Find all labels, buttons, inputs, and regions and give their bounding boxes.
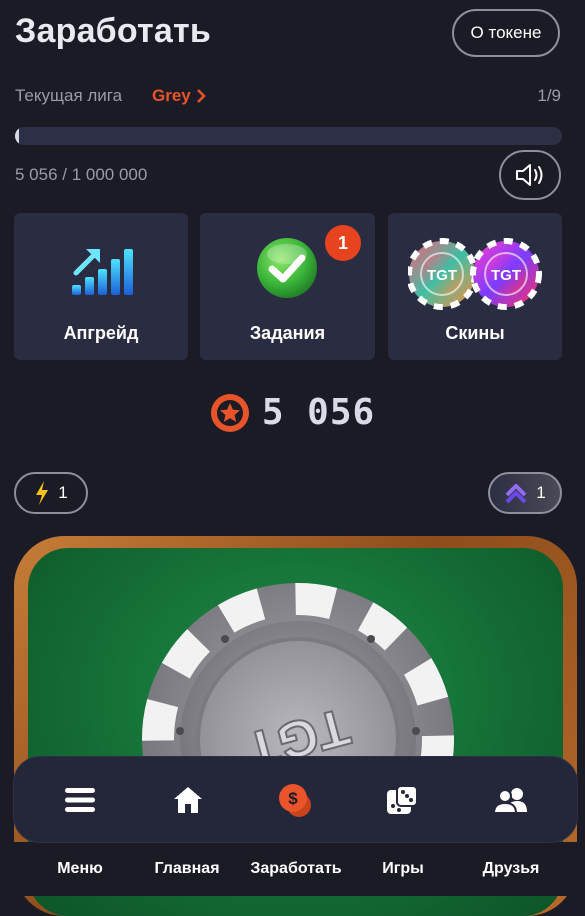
- menu-icon: [65, 787, 95, 812]
- balance: 5 056: [0, 392, 585, 433]
- nav-friends[interactable]: [476, 757, 546, 842]
- score-progress-text: 5 056 / 1 000 000: [15, 165, 148, 184]
- nav-games[interactable]: [367, 757, 437, 842]
- league-link[interactable]: Grey: [152, 86, 207, 106]
- svg-text:$: $: [288, 789, 298, 808]
- bottom-nav: $: [14, 757, 577, 842]
- nav-earn-label[interactable]: Заработать: [236, 860, 356, 878]
- about-token-button[interactable]: О токене: [452, 9, 560, 57]
- skins-label: Скины: [445, 323, 505, 343]
- coins-icon: $: [279, 783, 311, 817]
- upgrade-label: Апгрейд: [63, 323, 139, 343]
- chip-text-2: TGT: [491, 267, 521, 284]
- star-coin-icon: [210, 393, 249, 432]
- nav-earn[interactable]: $: [260, 757, 330, 842]
- chip-skins-icon: TGT TGT: [408, 238, 542, 310]
- tasks-badge: 1: [325, 225, 361, 261]
- dice-icon: [387, 784, 418, 814]
- league-count: 1/9: [537, 86, 561, 105]
- tasks-card[interactable]: 1 Задания: [200, 213, 375, 360]
- lightning-icon: [36, 481, 49, 505]
- upgrade-card[interactable]: Апгрейд: [14, 213, 188, 360]
- energy-boost-button[interactable]: 1: [14, 472, 88, 514]
- chip-text-1: TGT: [427, 267, 457, 284]
- nav-friends-label[interactable]: Друзья: [451, 860, 571, 878]
- nav-games-label[interactable]: Игры: [343, 860, 463, 878]
- nav-menu-label[interactable]: Меню: [20, 860, 140, 878]
- energy-boost-value: 1: [58, 483, 68, 502]
- nav-menu[interactable]: [45, 757, 115, 842]
- sound-button[interactable]: [499, 150, 561, 200]
- balance-value: 5 056: [261, 392, 376, 433]
- progress-fill: [15, 127, 19, 145]
- friends-icon: [493, 787, 527, 814]
- chevrons-up-icon: [505, 484, 527, 504]
- page-title: Заработать: [15, 12, 211, 50]
- nav-home-label[interactable]: Главная: [127, 860, 247, 878]
- speaker-icon: [516, 164, 543, 186]
- rank-boost-button[interactable]: 1: [488, 472, 562, 514]
- checkmark-icon: [257, 238, 317, 298]
- nav-home[interactable]: [153, 757, 223, 842]
- league-label: Текущая лига: [15, 86, 123, 105]
- rank-boost-value: 1: [536, 483, 546, 502]
- home-icon: [174, 786, 202, 813]
- chevron-right-icon: [196, 89, 206, 103]
- upgrade-bars-icon: [72, 249, 133, 295]
- league-progress-bar: [15, 127, 562, 145]
- tasks-label: Задания: [249, 323, 326, 343]
- skins-card[interactable]: TGT TGT Скины: [388, 213, 562, 360]
- league-name: Grey: [152, 86, 191, 105]
